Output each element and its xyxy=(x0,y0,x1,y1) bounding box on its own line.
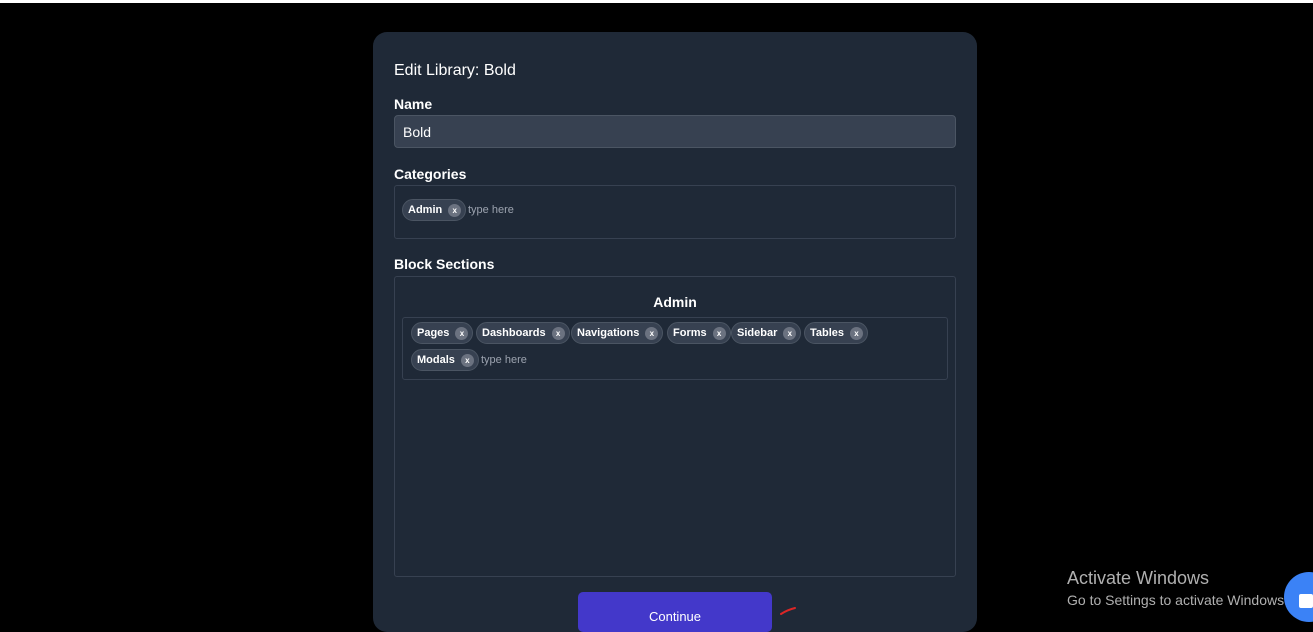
block-sections-label: Block Sections xyxy=(394,256,495,272)
tag-label: Pages xyxy=(417,327,450,339)
section-admin-text-input[interactable] xyxy=(481,351,601,369)
watermark-subtitle: Go to Settings to activate Windows. xyxy=(1067,592,1288,608)
chat-icon xyxy=(1299,594,1313,608)
section-tag-forms: Forms x xyxy=(667,322,731,344)
close-icon[interactable]: x xyxy=(460,353,474,367)
section-admin-tag-input[interactable]: Pages x Dashboards x Navigations x Forms… xyxy=(402,317,948,380)
close-icon[interactable]: x xyxy=(448,203,462,217)
section-tag-navigations: Navigations x xyxy=(571,322,664,344)
section-heading-admin: Admin xyxy=(653,294,697,310)
watermark-title: Activate Windows xyxy=(1067,568,1210,588)
close-icon[interactable]: x xyxy=(850,326,864,340)
close-icon[interactable]: x xyxy=(645,326,659,340)
name-input[interactable] xyxy=(394,115,956,148)
section-tag-dashboards: Dashboards x xyxy=(476,322,570,344)
tag-label: Sidebar xyxy=(737,327,778,339)
cursor-annotation-mark xyxy=(780,607,796,615)
category-tag-admin: Admin x xyxy=(402,199,467,221)
tag-label: Modals xyxy=(417,354,455,366)
tag-label: Tables xyxy=(810,327,845,339)
tag-label: Dashboards xyxy=(482,327,546,339)
section-tag-pages: Pages x xyxy=(411,322,474,344)
continue-button[interactable]: Continue xyxy=(578,592,772,632)
top-border xyxy=(0,0,1313,3)
close-icon[interactable]: x xyxy=(783,326,797,340)
tag-label: Forms xyxy=(673,327,707,339)
categories-label: Categories xyxy=(394,166,467,182)
block-sections-container: Admin Pages x Dashboards x Navigations x… xyxy=(394,276,956,577)
activate-windows-watermark: Activate Windows Go to Settings to activ… xyxy=(1067,567,1288,609)
section-tag-sidebar: Sidebar x xyxy=(731,322,802,344)
tag-label: Navigations xyxy=(577,327,640,339)
categories-tag-input[interactable]: Admin x xyxy=(394,185,956,239)
edit-library-panel: Edit Library: Bold Name Categories Admin… xyxy=(373,32,977,632)
categories-text-input[interactable] xyxy=(468,201,588,219)
section-tag-tables: Tables x xyxy=(804,322,869,344)
close-icon[interactable]: x xyxy=(455,326,469,340)
page-title: Edit Library: Bold xyxy=(394,62,516,79)
close-icon[interactable]: x xyxy=(551,326,565,340)
name-label: Name xyxy=(394,96,433,112)
tag-label: Admin xyxy=(408,204,443,216)
section-tag-modals: Modals x xyxy=(411,349,479,371)
close-icon[interactable]: x xyxy=(712,326,726,340)
